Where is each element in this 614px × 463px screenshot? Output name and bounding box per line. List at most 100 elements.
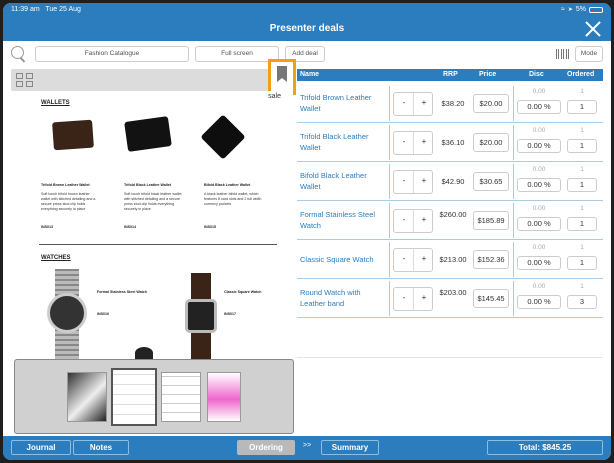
- bifold-wallet-image: [200, 114, 246, 160]
- discount-field[interactable]: 0.00 %: [517, 100, 561, 114]
- catalog-product-name: Trifold Brown Leather Wallet: [41, 183, 90, 187]
- quantity-stepper[interactable]: - +: [393, 209, 433, 233]
- product-name-link[interactable]: Classic Square Watch: [300, 254, 392, 265]
- bookmark-button[interactable]: [268, 59, 296, 95]
- decrement-button[interactable]: -: [394, 215, 414, 224]
- catalogue-panel: sale WALLETS Trifold Brown Leather Walle…: [11, 59, 296, 438]
- page-thumbnail-selected[interactable]: [111, 368, 157, 426]
- table-row: Trifold Black Leather Wallet - + $36.10 …: [297, 123, 603, 162]
- battery-icon: [589, 7, 603, 13]
- ordered-field[interactable]: 1: [567, 139, 597, 153]
- quantity-stepper[interactable]: - +: [393, 131, 433, 155]
- column-divider: [389, 203, 390, 238]
- increment-button[interactable]: +: [414, 293, 434, 302]
- status-bar: 11:39 am Tue 25 Aug ≈ ➤ 5%: [3, 3, 611, 17]
- location-icon: ➤: [567, 7, 573, 13]
- grid-icon[interactable]: [16, 73, 34, 88]
- page-thumbnail[interactable]: [207, 372, 241, 422]
- order-table: Name RRP Price Disc Ordered Trifold Brow…: [297, 67, 603, 438]
- catalog-product-desc: Soft touch trifold black leather wallet …: [124, 192, 182, 211]
- quantity-stepper[interactable]: - +: [393, 248, 433, 272]
- rrp-value: $38.20: [441, 99, 465, 108]
- ordered-previous: 1: [580, 283, 584, 290]
- increment-button[interactable]: +: [414, 215, 434, 224]
- next-arrow-icon: >>: [303, 442, 312, 449]
- col-ordered: Ordered: [567, 71, 595, 78]
- summary-tab[interactable]: Summary: [321, 440, 379, 455]
- increment-button[interactable]: +: [414, 98, 434, 107]
- ordered-previous: 1: [580, 205, 584, 212]
- ordered-field[interactable]: 1: [567, 100, 597, 114]
- search-icon[interactable]: [11, 46, 27, 62]
- discount-amount: 0.00: [532, 166, 546, 173]
- increment-button[interactable]: +: [414, 137, 434, 146]
- discount-field[interactable]: 0.00 %: [517, 217, 561, 231]
- journal-button[interactable]: Journal: [11, 440, 71, 455]
- column-divider: [513, 164, 514, 199]
- page-thumbnail[interactable]: [161, 372, 201, 422]
- catalog-product-code: INS015: [204, 225, 216, 229]
- fullscreen-button[interactable]: Full screen: [195, 46, 279, 62]
- ordered-field[interactable]: 3: [567, 295, 597, 309]
- close-icon[interactable]: [583, 19, 603, 39]
- discount-field[interactable]: 0.00 %: [517, 295, 561, 309]
- decrement-button[interactable]: -: [394, 254, 414, 263]
- catalogue-page[interactable]: sale WALLETS Trifold Brown Leather Walle…: [11, 91, 293, 359]
- column-divider: [389, 164, 390, 199]
- decrement-button[interactable]: -: [394, 176, 414, 185]
- ordered-field[interactable]: 1: [567, 217, 597, 231]
- col-disc: Disc: [529, 71, 544, 78]
- table-row: Formal Stainless Steel Watch - + $260.00…: [297, 201, 603, 240]
- product-name-link[interactable]: Bifold Black Leather Wallet: [300, 170, 388, 192]
- product-name-link[interactable]: Round Watch with Leather band: [300, 287, 388, 309]
- catalog-product-name: Trifold Black Leather Wallet: [124, 183, 171, 187]
- order-total: Total: $845.25: [487, 440, 603, 455]
- page-thumbnail-strip[interactable]: [14, 359, 294, 434]
- decrement-button[interactable]: -: [394, 98, 414, 107]
- discount-field[interactable]: 0.00 %: [517, 256, 561, 270]
- catalogue-corner-text: sale: [268, 93, 281, 100]
- notes-button[interactable]: Notes: [73, 440, 129, 455]
- catalog-product-name: Classic Square Watch: [224, 290, 262, 294]
- catalogue-header: [11, 59, 296, 95]
- price-field[interactable]: $20.00: [473, 94, 509, 113]
- column-divider: [513, 86, 514, 121]
- price-field[interactable]: $145.45: [473, 289, 509, 308]
- quantity-stepper[interactable]: - +: [393, 92, 433, 116]
- catalogue-selector[interactable]: Fashion Catalogue: [35, 46, 189, 62]
- product-name-link[interactable]: Trifold Brown Leather Wallet: [300, 92, 388, 114]
- decrement-button[interactable]: -: [394, 137, 414, 146]
- watches-heading: WATCHES: [41, 255, 71, 261]
- barcode-icon[interactable]: [556, 49, 569, 59]
- discount-field[interactable]: 0.00 %: [517, 178, 561, 192]
- discount-field[interactable]: 0.00 %: [517, 139, 561, 153]
- quantity-stepper[interactable]: - +: [393, 170, 433, 194]
- price-field[interactable]: $152.36: [473, 250, 509, 269]
- toolbar: Fashion Catalogue Full screen Add deal M…: [3, 41, 611, 67]
- ordered-previous: 1: [580, 244, 584, 251]
- order-table-header: Name RRP Price Disc Ordered: [297, 69, 603, 81]
- increment-button[interactable]: +: [414, 176, 434, 185]
- product-name-link[interactable]: Formal Stainless Steel Watch: [300, 209, 388, 231]
- discount-amount: 0.00: [532, 283, 546, 290]
- product-name-link[interactable]: Trifold Black Leather Wallet: [300, 131, 388, 153]
- price-field[interactable]: $30.65: [473, 172, 509, 191]
- rrp-value: $260.00: [439, 210, 467, 219]
- steel-watch-image: [45, 269, 89, 359]
- price-field[interactable]: $20.00: [473, 133, 509, 152]
- mode-button[interactable]: Mode: [575, 46, 603, 62]
- status-time: 11:39 am: [11, 6, 40, 13]
- decrement-button[interactable]: -: [394, 293, 414, 302]
- catalog-product-code: INS016: [97, 312, 109, 316]
- increment-button[interactable]: +: [414, 254, 434, 263]
- wifi-icon: ≈: [561, 6, 565, 13]
- price-field[interactable]: $185.89: [473, 211, 509, 230]
- ordered-field[interactable]: 1: [567, 256, 597, 270]
- rrp-value: $203.00: [439, 288, 467, 297]
- column-divider: [389, 86, 390, 121]
- column-divider: [389, 125, 390, 160]
- ordering-tab[interactable]: Ordering: [237, 440, 295, 455]
- page-thumbnail[interactable]: [67, 372, 107, 422]
- ordered-field[interactable]: 1: [567, 178, 597, 192]
- quantity-stepper[interactable]: - +: [393, 287, 433, 311]
